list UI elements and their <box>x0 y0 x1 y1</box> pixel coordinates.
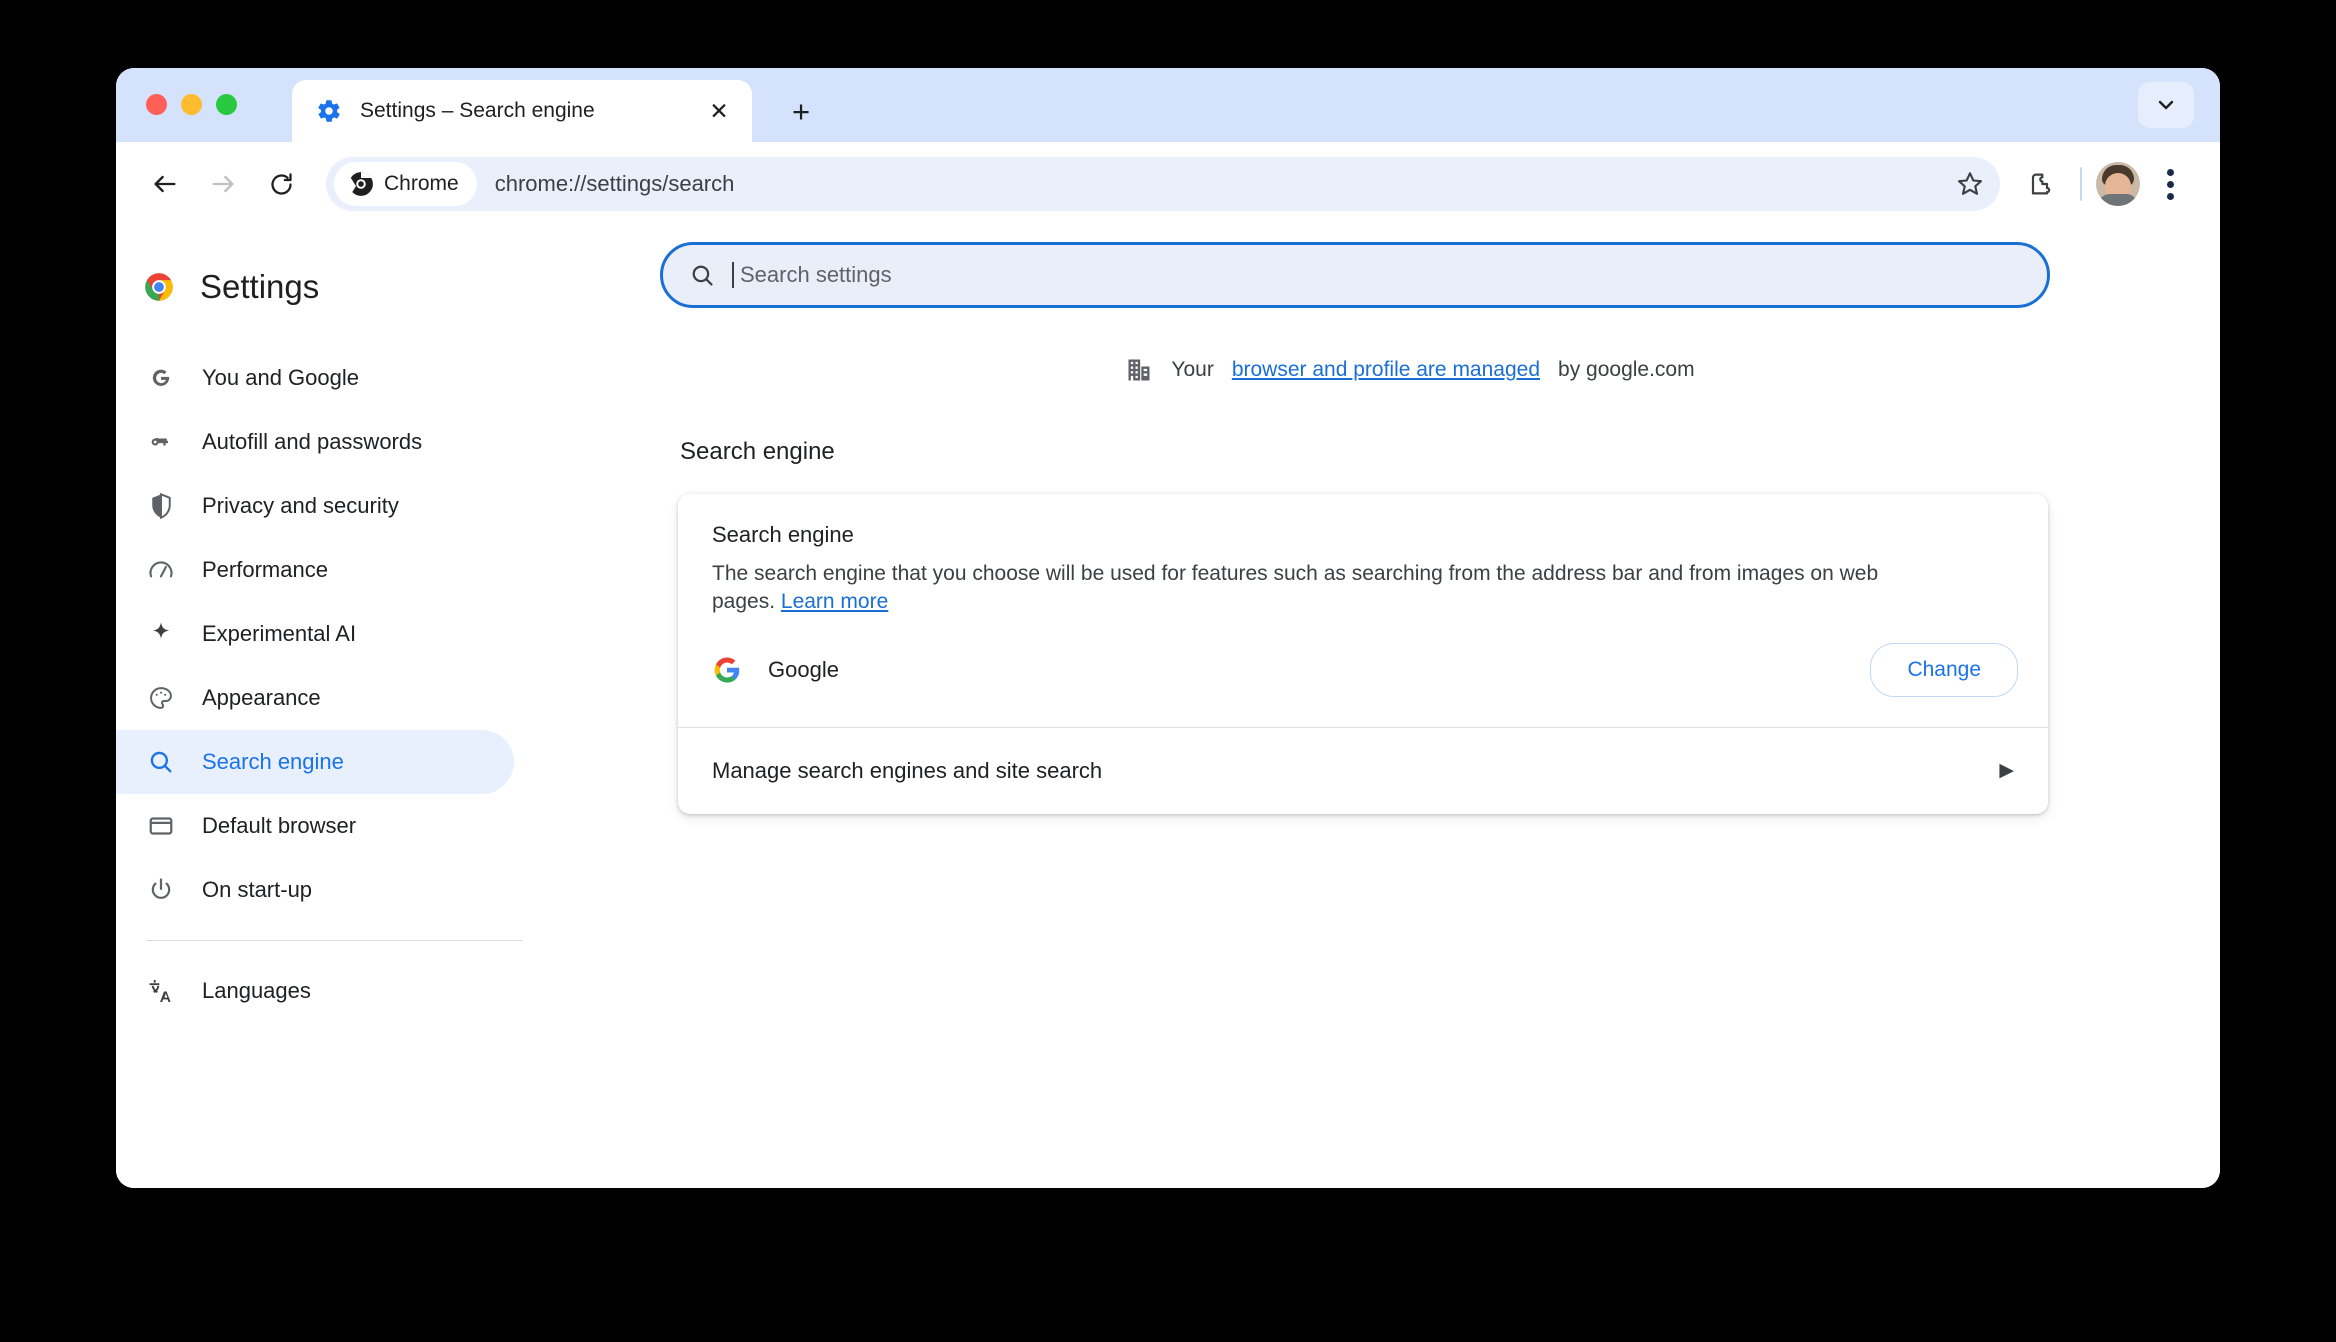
sidebar-item-experimental-ai[interactable]: Experimental AI <box>116 602 514 666</box>
sidebar-divider <box>146 940 522 941</box>
sidebar-item-label: On start-up <box>202 877 313 902</box>
avatar[interactable] <box>2096 162 2140 206</box>
key-icon <box>146 427 176 457</box>
toolbar-divider <box>2080 167 2082 201</box>
extensions-button[interactable] <box>2014 158 2066 210</box>
sidebar-item-label: You and Google <box>202 365 359 390</box>
browser-menu-button[interactable] <box>2144 158 2196 210</box>
bookmark-button[interactable] <box>1946 160 1994 208</box>
chrome-logo-icon <box>348 172 373 196</box>
chrome-chip-label: Chrome <box>384 172 459 195</box>
tab-title: Settings – Search engine <box>360 99 595 122</box>
search-icon <box>692 265 713 286</box>
tab-strip: Settings – Search engine ✕ + <box>116 68 2220 142</box>
card-heading: Search engine <box>712 522 854 547</box>
sidebar-item-you-and-google[interactable]: You and Google <box>116 346 514 410</box>
sidebar-item-languages[interactable]: Languages <box>116 959 514 1023</box>
sidebar-item-autofill-and-passwords[interactable]: Autofill and passwords <box>116 410 514 474</box>
minimize-window-button[interactable] <box>181 94 202 115</box>
back-button[interactable] <box>138 157 192 211</box>
sidebar-item-search-engine[interactable]: Search engine <box>116 730 514 794</box>
close-window-button[interactable] <box>146 94 167 115</box>
shield-icon <box>146 491 176 521</box>
address-bar[interactable]: Chrome chrome://settings/search <box>326 157 2000 211</box>
gear-icon <box>314 96 344 126</box>
managed-banner: Your browser and profile are managed by … <box>660 356 2160 384</box>
google-g-icon <box>712 655 742 685</box>
card-description: The search engine that you choose will b… <box>712 560 1892 617</box>
search-icon <box>146 747 176 777</box>
chrome-logo-icon <box>144 272 174 302</box>
browser-toolbar: Chrome chrome://settings/search <box>116 142 2220 226</box>
sidebar-item-on-start-up[interactable]: On start-up <box>116 858 514 922</box>
sidebar-item-label: Autofill and passwords <box>202 429 423 454</box>
star-icon <box>1957 172 1983 195</box>
back-arrow-icon <box>154 175 176 193</box>
search-settings-field[interactable]: Search settings <box>660 242 2050 308</box>
sidebar-item-default-browser[interactable]: Default browser <box>116 794 514 858</box>
reload-icon <box>270 172 292 195</box>
reload-button[interactable] <box>254 157 308 211</box>
chrome-chip[interactable]: Chrome <box>334 162 477 206</box>
text-cursor <box>732 262 734 288</box>
speedometer-icon <box>146 555 176 585</box>
palette-icon <box>146 683 176 713</box>
tab-search-button[interactable] <box>2138 82 2194 128</box>
sidebar-item-label: Performance <box>202 557 328 582</box>
search-input[interactable]: Search settings <box>740 262 892 288</box>
sidebar-item-privacy-and-security[interactable]: Privacy and security <box>116 474 514 538</box>
sidebar-item-performance[interactable]: Performance <box>116 538 514 602</box>
sidebar-item-appearance[interactable]: Appearance <box>116 666 514 730</box>
forward-button[interactable] <box>196 157 250 211</box>
settings-page: Settings You and Google Autofill and pas… <box>116 226 2220 1188</box>
section-title: Search engine <box>680 438 835 465</box>
current-engine-row: Google Change <box>678 617 2048 727</box>
new-tab-button[interactable]: + <box>780 90 822 132</box>
learn-more-link[interactable]: Learn more <box>781 590 888 613</box>
sparkle-icon <box>146 619 176 649</box>
chevron-down-icon <box>2158 100 2174 110</box>
chevron-right-icon: ▶ <box>1999 760 2014 782</box>
change-button[interactable]: Change <box>1870 642 2018 697</box>
managed-link[interactable]: browser and profile are managed <box>1232 358 1540 382</box>
browser-window-icon <box>146 811 176 841</box>
managed-prefix: Your <box>1171 358 1214 381</box>
search-engine-card: Search engine The search engine that you… <box>678 494 2048 814</box>
managed-suffix: by google.com <box>1558 358 1695 381</box>
puzzle-icon <box>2031 173 2051 195</box>
settings-sidebar: Settings You and Google Autofill and pas… <box>116 226 626 1188</box>
sidebar-item-label: Languages <box>202 978 311 1003</box>
manage-search-engines-row[interactable]: Manage search engines and site search ▶ <box>678 728 2048 814</box>
zoom-window-button[interactable] <box>216 94 237 115</box>
google-g-icon <box>146 363 176 393</box>
sidebar-item-label: Experimental AI <box>202 621 357 646</box>
sidebar-item-label: Appearance <box>202 685 321 710</box>
sidebar-item-label: Search engine <box>202 749 344 774</box>
settings-brand: Settings <box>116 250 626 324</box>
sidebar-item-label: Default browser <box>202 813 357 838</box>
browser-window: Settings – Search engine ✕ + Chrome chro… <box>116 68 2220 1188</box>
office-building-icon <box>1128 359 1150 381</box>
close-tab-button[interactable]: ✕ <box>704 96 734 126</box>
translate-icon <box>146 976 176 1006</box>
sidebar-nav: You and Google Autofill and passwords Pr… <box>116 346 626 1023</box>
engine-name: Google <box>768 656 839 682</box>
settings-main: Search settings Your browser and profile… <box>626 226 2220 1188</box>
three-dot-menu-icon <box>2166 168 2174 200</box>
url-text: chrome://settings/search <box>494 171 735 196</box>
page-title: Settings <box>200 268 320 305</box>
browser-tab[interactable]: Settings – Search engine ✕ <box>292 80 752 142</box>
manage-label: Manage search engines and site search <box>712 757 1103 783</box>
forward-arrow-icon <box>212 175 234 193</box>
traffic-lights <box>146 94 237 115</box>
power-icon <box>146 875 176 905</box>
sidebar-item-label: Privacy and security <box>202 493 399 518</box>
